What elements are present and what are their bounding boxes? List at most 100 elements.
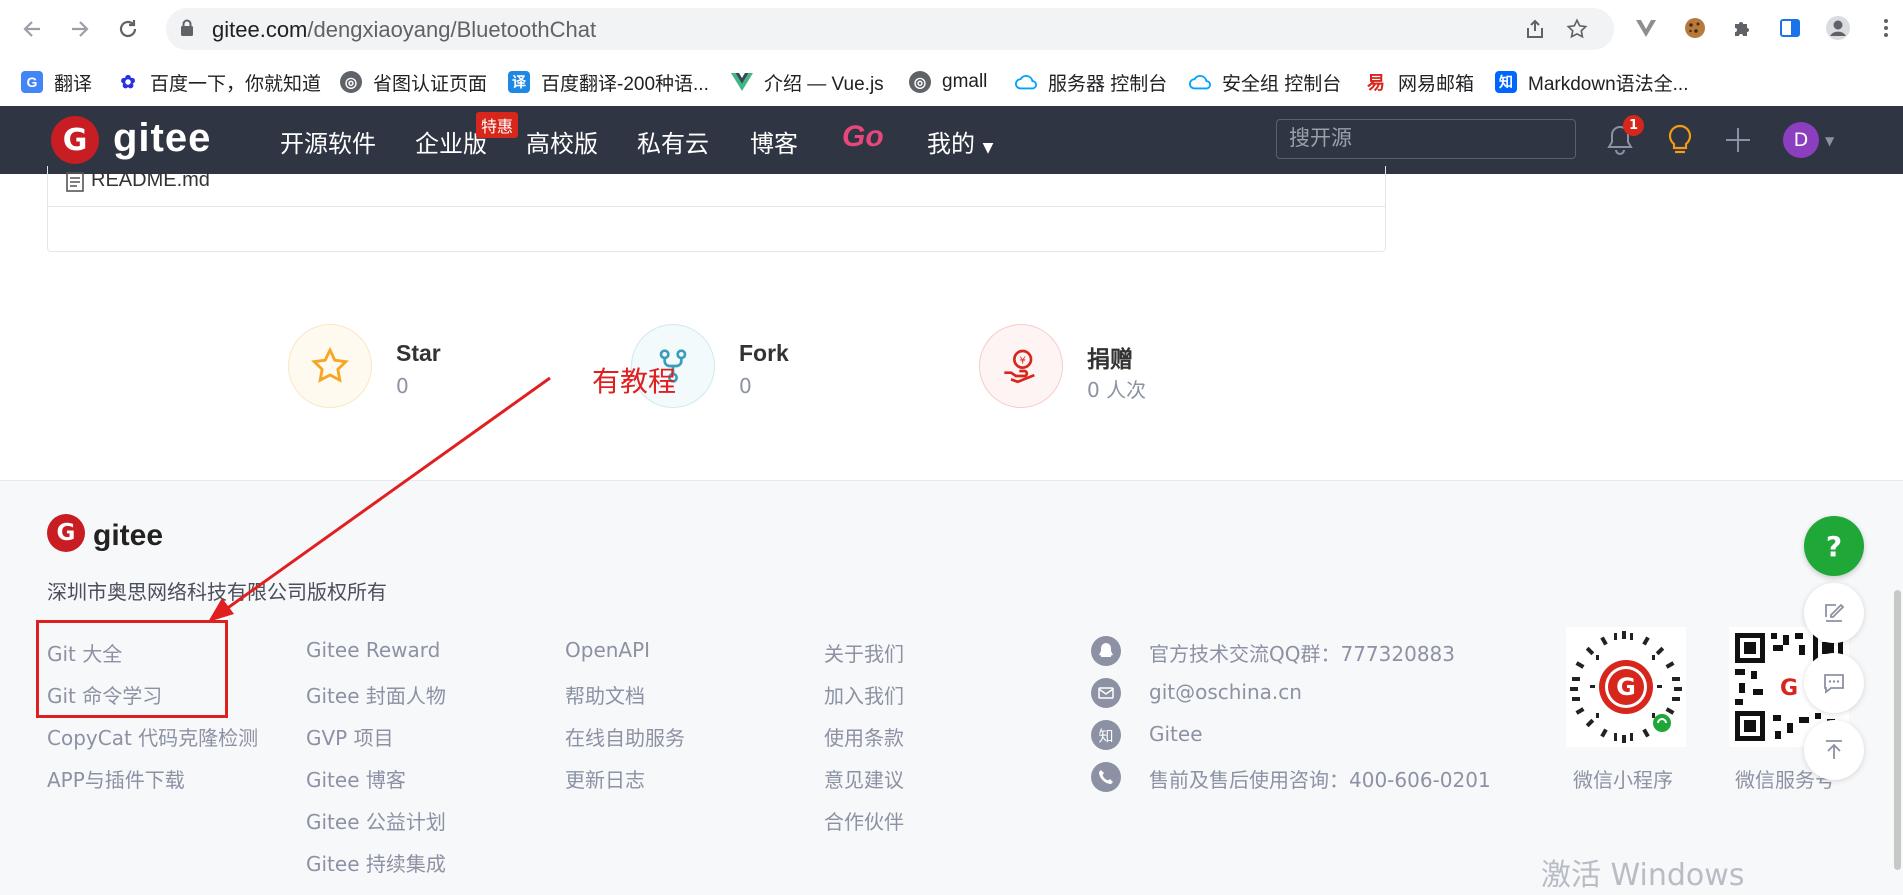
search-input[interactable]: 搜开源 — [1276, 119, 1576, 159]
caret-down-icon[interactable]: ▼ — [1825, 134, 1834, 148]
bookmark-item[interactable]: 安全组 控制台 — [1189, 67, 1341, 97]
gitee-logo-icon[interactable]: G — [51, 116, 99, 164]
help-button[interactable]: ? — [1804, 516, 1864, 576]
bookmark-item[interactable]: 知 Markdown语法全... — [1495, 67, 1688, 97]
footer-link-openapi[interactable]: OpenAPI — [565, 638, 650, 662]
star-icon — [311, 346, 349, 383]
arrow-right-icon — [72, 21, 89, 37]
bookmark-item[interactable]: 易网易邮箱 — [1365, 67, 1474, 97]
bookmark-item[interactable]: 介绍 — Vue.js — [731, 67, 884, 97]
star-label[interactable]: Star — [396, 340, 441, 367]
fork-count: 0 — [739, 374, 752, 398]
wechat-miniprogram-qr: G — [1566, 627, 1686, 747]
bookmark-item[interactable]: 服务器 控制台 — [1015, 67, 1167, 97]
ideas-button[interactable] — [1666, 123, 1694, 161]
globe-icon: ◎ — [909, 71, 931, 93]
bookmark-star-button[interactable] — [1564, 16, 1590, 42]
extension-vue-devtools[interactable] — [1632, 14, 1660, 42]
email-link[interactable]: git@oschina.cn — [1149, 680, 1302, 704]
cookie-icon — [1685, 18, 1705, 38]
nav-open-source[interactable]: 开源软件 — [280, 124, 376, 159]
cloud-icon — [1189, 71, 1211, 93]
zhihu-icon: 知 — [1091, 720, 1121, 750]
brand-name[interactable]: gitee — [113, 116, 211, 161]
nav-go[interactable]: Go — [842, 120, 884, 154]
back-button[interactable] — [15, 12, 49, 46]
bookmark-item[interactable]: ◎ gmall — [909, 67, 987, 97]
footer-brand: gitee — [93, 519, 164, 552]
edit-icon — [1825, 603, 1845, 622]
arrow-up-icon — [1826, 740, 1842, 759]
footer-link-partners[interactable]: 合作伙伴 — [824, 806, 904, 835]
donate-button[interactable]: ¥ — [979, 324, 1063, 408]
bookmark-label: 介绍 — Vue.js — [764, 73, 884, 95]
footer-link-app-download[interactable]: APP与插件下载 — [47, 764, 185, 793]
url-text: gitee.com/dengxiaoyang/BluetoothChat — [212, 17, 597, 42]
qq-icon — [1091, 636, 1121, 666]
bookmark-label: 服务器 控制台 — [1048, 73, 1168, 95]
bookmark-item[interactable]: G 翻译 — [21, 67, 92, 97]
nav-private-cloud[interactable]: 私有云 — [637, 124, 709, 159]
footer-link-cover-people[interactable]: Gitee 封面人物 — [306, 680, 446, 709]
bookmark-label: 翻译 — [54, 73, 93, 95]
bookmark-item[interactable]: ◎ 省图认证页面 — [340, 67, 487, 97]
google-translate-icon: G — [21, 71, 43, 93]
create-button[interactable] — [1724, 126, 1752, 158]
footer-link-blog[interactable]: Gitee 博客 — [306, 764, 406, 793]
arrow-left-icon — [23, 21, 40, 37]
back-to-top-button[interactable] — [1804, 720, 1864, 780]
zhihu-icon: 知 — [1495, 71, 1517, 93]
footer-link-charity[interactable]: Gitee 公益计划 — [306, 806, 446, 835]
nav-education[interactable]: 高校版 — [526, 124, 598, 159]
extension-cookie[interactable] — [1681, 14, 1709, 42]
address-bar[interactable]: gitee.com/dengxiaoyang/BluetoothChat — [166, 8, 1614, 50]
footer-link-join[interactable]: 加入我们 — [824, 680, 904, 709]
footer-link-changelog[interactable]: 更新日志 — [565, 764, 645, 793]
bookmark-label: 省图认证页面 — [373, 73, 488, 95]
reload-icon — [119, 20, 137, 38]
footer-link-docs[interactable]: 帮助文档 — [565, 680, 645, 709]
footer-link-gvp[interactable]: GVP 项目 — [306, 722, 394, 751]
user-avatar[interactable]: D — [1783, 122, 1819, 158]
extensions-button[interactable] — [1729, 14, 1757, 42]
bookmark-label: 网易邮箱 — [1398, 73, 1475, 95]
footer-link-copycat[interactable]: CopyCat 代码克隆检测 — [47, 722, 258, 751]
donate-label[interactable]: 捐赠 — [1087, 340, 1133, 374]
zhihu-link[interactable]: Gitee — [1149, 722, 1203, 746]
site-header: G gitee 开源软件 企业版 特惠 高校版 私有云 博客 Go 我的 ▼ 搜… — [0, 106, 1903, 174]
profile-button[interactable] — [1824, 14, 1852, 42]
bookmark-item[interactable]: 译百度翻译-200种语... — [508, 67, 709, 97]
gitee-logo-icon[interactable]: G — [47, 514, 85, 552]
fork-label[interactable]: Fork — [739, 340, 789, 367]
footer-link-terms[interactable]: 使用条款 — [824, 722, 904, 751]
reload-button[interactable] — [111, 12, 145, 46]
mail-icon — [1091, 678, 1121, 708]
footer-link-self-service[interactable]: 在线自助服务 — [565, 722, 685, 751]
mine-label: 我的 — [927, 130, 975, 158]
qq-group-text: 官方技术交流QQ群：777320883 — [1149, 642, 1456, 666]
share-button[interactable] — [1522, 16, 1548, 42]
star-button[interactable] — [288, 324, 372, 408]
browser-menu-button[interactable] — [1872, 14, 1900, 42]
footer-link-ci[interactable]: Gitee 持续集成 — [306, 848, 446, 877]
bookmark-item[interactable]: ✿ 百度一下，你就知道 — [117, 67, 321, 97]
donate-count: 0 人次 — [1087, 378, 1147, 402]
annotation-text: 有教程 — [592, 365, 677, 398]
profile-icon — [1826, 16, 1850, 40]
chat-button[interactable] — [1804, 653, 1864, 713]
nav-mine-dropdown[interactable]: 我的 ▼ — [927, 124, 993, 159]
vue-icon — [731, 71, 753, 93]
edit-feedback-button[interactable] — [1804, 583, 1864, 643]
question-icon: ? — [1825, 529, 1843, 563]
footer-link-about[interactable]: 关于我们 — [824, 638, 904, 667]
readme-filename[interactable]: README.md — [91, 169, 210, 192]
vue-icon — [1636, 20, 1656, 37]
forward-button[interactable] — [63, 12, 97, 46]
footer-link-feedback[interactable]: 意见建议 — [824, 764, 904, 793]
bookmark-label: gmall — [942, 71, 988, 92]
scrollbar-thumb[interactable] — [1894, 590, 1901, 870]
phone-icon — [1091, 762, 1121, 792]
footer-link-gitee-reward[interactable]: Gitee Reward — [306, 638, 440, 662]
side-panel-button[interactable] — [1776, 14, 1804, 42]
nav-blog[interactable]: 博客 — [750, 124, 798, 159]
